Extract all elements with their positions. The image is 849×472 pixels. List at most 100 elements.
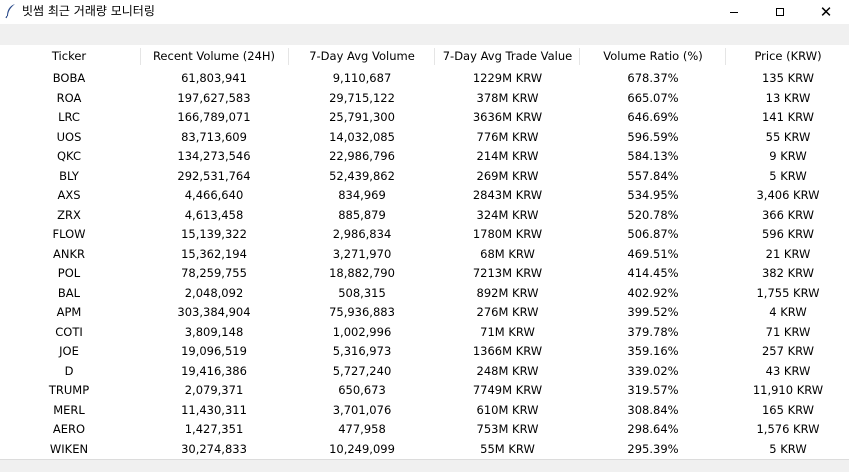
- avg-trade-value-cell: 610M KRW: [476, 402, 539, 417]
- avg-volume-cell: 3,271,970: [332, 246, 392, 261]
- recent-volume-cell: 4,613,458: [184, 207, 244, 222]
- column-divider[interactable]: [579, 48, 580, 65]
- table-row[interactable]: POL 78,259,755 18,882,790 7213M KRW 414.45% 3…: [0, 264, 849, 284]
- avg-volume-cell: 52,439,862: [329, 168, 395, 183]
- ticker-cell: AERO: [52, 422, 86, 436]
- toolbar-strip: [0, 24, 849, 45]
- avg-trade-value-cell: 269M KRW: [476, 168, 539, 183]
- maximize-button[interactable]: [757, 0, 803, 24]
- avg-trade-value-cell: 7749M KRW: [472, 383, 543, 397]
- column-header-ticker[interactable]: Ticker: [0, 45, 138, 68]
- ticker-cell: UOS: [56, 129, 82, 144]
- column-header-recent-volume[interactable]: Recent Volume (24H): [142, 45, 286, 68]
- avg-trade-value-cell: 753M KRW: [476, 422, 539, 436]
- table-row[interactable]: AXS 4,466,640 834,969 2843M KRW 534.95% 3,406…: [0, 186, 849, 206]
- avg-trade-value-cell: 7213M KRW: [472, 266, 543, 280]
- table-row[interactable]: AERO 1,427,351 477,958 753M KRW 298.64% 1,576…: [0, 420, 849, 440]
- price-cell: 382 KRW: [761, 266, 815, 280]
- volume-ratio-cell: 319.57%: [627, 383, 679, 397]
- avg-trade-value-cell: 68M KRW: [480, 246, 535, 261]
- ticker-cell: ZRX: [57, 207, 81, 222]
- ticker-cell: D: [64, 363, 74, 378]
- avg-volume-cell: 9,110,687: [332, 71, 392, 85]
- table-row[interactable]: WIKEN 30,274,833 10,249,099 55M KRW 295.39% 5…: [0, 440, 849, 460]
- ticker-cell: ROA: [56, 90, 82, 105]
- column-header-volume-ratio[interactable]: Volume Ratio (%): [581, 45, 725, 68]
- column-divider[interactable]: [434, 48, 435, 65]
- table-row[interactable]: ZRX 4,613,458 885,879 324M KRW 520.78% 366 KR…: [0, 206, 849, 226]
- table-row[interactable]: ANKR 15,362,194 3,271,970 68M KRW 469.51% 21 …: [0, 245, 849, 265]
- column-header-avg-trade-value[interactable]: 7-Day Avg Trade Value: [436, 45, 579, 68]
- volume-ratio-cell: 402.92%: [627, 285, 679, 300]
- table-row[interactable]: QKC 134,273,546 22,986,796 214M KRW 584.13% 9…: [0, 147, 849, 167]
- table-row[interactable]: D 19,416,386 5,727,240 248M KRW 339.02% 43 KR…: [0, 362, 849, 382]
- ticker-cell: LRC: [58, 110, 80, 124]
- ticker-cell: TRUMP: [48, 383, 90, 397]
- price-cell: 257 KRW: [761, 344, 815, 358]
- avg-volume-cell: 2,986,834: [332, 227, 392, 241]
- table-row[interactable]: ROA 197,627,583 29,715,122 378M KRW 665.07% 1…: [0, 89, 849, 109]
- price-cell: 596 KRW: [761, 227, 815, 241]
- volume-ratio-cell: 379.78%: [627, 324, 679, 339]
- volume-ratio-cell: 469.51%: [627, 246, 679, 261]
- recent-volume-cell: 4,466,640: [184, 188, 244, 202]
- avg-volume-cell: 477,958: [338, 422, 386, 436]
- table-row[interactable]: BAL 2,048,092 508,315 892M KRW 402.92% 1,755 …: [0, 284, 849, 304]
- price-cell: 4 KRW: [769, 305, 807, 319]
- avg-trade-value-cell: 776M KRW: [476, 129, 539, 144]
- avg-trade-value-cell: 2843M KRW: [472, 188, 543, 202]
- table-row[interactable]: TRUMP 2,079,371 650,673 7749M KRW 319.57% 11,…: [0, 381, 849, 401]
- price-cell: 21 KRW: [765, 246, 811, 261]
- table-row[interactable]: BOBA 61,803,941 9,110,687 1229M KRW 678.37% 1…: [0, 69, 849, 89]
- ticker-cell: AXS: [57, 188, 81, 202]
- avg-volume-cell: 5,727,240: [332, 363, 392, 378]
- table-row[interactable]: APM 303,384,904 75,936,883 276M KRW 399.52% 4…: [0, 303, 849, 323]
- avg-trade-value-cell: 276M KRW: [476, 305, 539, 319]
- table-row[interactable]: FLOW 15,139,322 2,986,834 1780M KRW 506.87% 5…: [0, 225, 849, 245]
- price-cell: 3,406 KRW: [756, 188, 820, 202]
- price-cell: 366 KRW: [761, 207, 815, 222]
- table-row[interactable]: UOS 83,713,609 14,032,085 776M KRW 596.59% 55…: [0, 128, 849, 148]
- avg-volume-cell: 834,969: [338, 188, 386, 202]
- price-cell: 1,755 KRW: [756, 285, 820, 300]
- volume-ratio-cell: 665.07%: [627, 90, 679, 105]
- ticker-cell: JOE: [59, 344, 79, 358]
- price-cell: 71 KRW: [765, 324, 811, 339]
- price-cell: 11,910 KRW: [752, 383, 824, 397]
- volume-ratio-cell: 295.39%: [627, 441, 679, 456]
- price-cell: 43 KRW: [765, 363, 811, 378]
- table-row[interactable]: MERL 11,430,311 3,701,076 610M KRW 308.84% 16…: [0, 401, 849, 421]
- feather-icon: [5, 4, 15, 19]
- price-cell: 9 KRW: [769, 149, 807, 163]
- recent-volume-cell: 15,362,194: [181, 246, 247, 261]
- avg-trade-value-cell: 55M KRW: [480, 441, 535, 456]
- avg-trade-value-cell: 378M KRW: [476, 90, 539, 105]
- table-row[interactable]: JOE 19,096,519 5,316,973 1366M KRW 359.16% 25…: [0, 342, 849, 362]
- maximize-icon: [776, 8, 784, 16]
- column-divider[interactable]: [725, 48, 726, 65]
- recent-volume-cell: 197,627,583: [177, 90, 251, 105]
- bottom-scrollbar[interactable]: [0, 459, 849, 472]
- ticker-cell: BAL: [57, 285, 81, 300]
- volume-ratio-cell: 298.64%: [627, 422, 679, 436]
- avg-volume-cell: 14,032,085: [329, 129, 395, 144]
- volume-ratio-cell: 596.59%: [627, 129, 679, 144]
- avg-volume-cell: 10,249,099: [329, 441, 395, 456]
- title-bar: 빗썸 최근 거래량 모니터링 ✕: [0, 0, 849, 24]
- recent-volume-cell: 19,416,386: [181, 363, 247, 378]
- column-header-avg-volume[interactable]: 7-Day Avg Volume: [290, 45, 434, 68]
- volume-table[interactable]: Ticker Recent Volume (24H) 7-Day Avg Vol…: [0, 45, 849, 459]
- table-row[interactable]: LRC 166,789,071 25,791,300 3636M KRW 646.69%…: [0, 108, 849, 128]
- avg-volume-cell: 885,879: [338, 207, 386, 222]
- table-row[interactable]: BLY 292,531,764 52,439,862 269M KRW 557.84% 5…: [0, 167, 849, 187]
- close-button[interactable]: ✕: [803, 0, 849, 24]
- avg-volume-cell: 650,673: [338, 383, 386, 397]
- price-cell: 5 KRW: [769, 168, 807, 183]
- avg-volume-cell: 29,715,122: [329, 90, 395, 105]
- minimize-button[interactable]: [711, 0, 757, 24]
- column-divider[interactable]: [288, 48, 289, 65]
- column-header-price[interactable]: Price (KRW): [727, 45, 849, 68]
- table-row[interactable]: COTI 3,809,148 1,002,996 71M KRW 379.78% 71 K…: [0, 323, 849, 343]
- recent-volume-cell: 15,139,322: [181, 227, 247, 241]
- column-divider[interactable]: [140, 48, 141, 65]
